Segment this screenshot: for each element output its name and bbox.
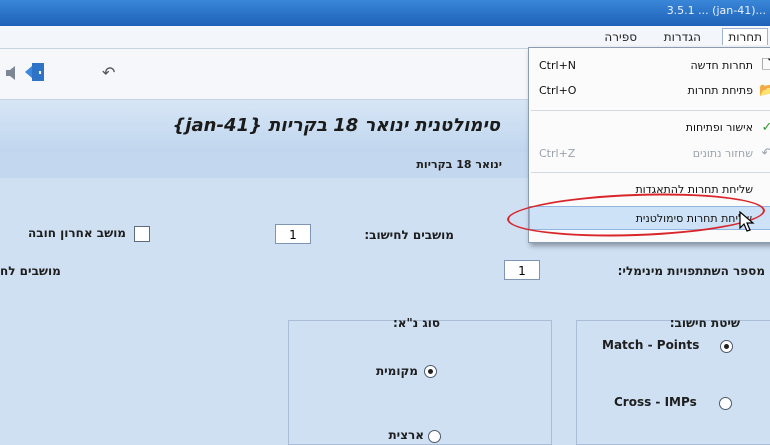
- sub-header-text: ינואר 18 בקריות: [416, 158, 502, 171]
- exit-door-icon[interactable]: [24, 61, 46, 87]
- menu-bar: תחרות הגדרות ספירה: [0, 26, 770, 49]
- menu-separator: [531, 172, 770, 173]
- cross-imps-label: Cross - IMPs: [614, 395, 697, 409]
- seats-partial-label: מושבים לח: [0, 264, 61, 278]
- menu-tab-settings[interactable]: הגדרות: [659, 29, 706, 45]
- nt-type-group: [288, 320, 552, 445]
- menu-item-new[interactable]: 🗋 תחרות חדשה Ctrl+N: [529, 54, 770, 78]
- open-folder-icon: 📂: [759, 83, 770, 98]
- match-points-label: Match - Points: [602, 338, 700, 352]
- window-titlebar: ...(jan-41) ... 3.5.1: [0, 0, 770, 26]
- menu-tab-count[interactable]: ספירה: [599, 29, 642, 45]
- nt-local-label: מקומית: [375, 364, 418, 378]
- page-title: סימולטנית ינואר 18 בקריות {jan-41}: [172, 115, 500, 136]
- new-doc-icon: 🗋: [761, 58, 770, 73]
- menu-item-open[interactable]: 📂 פתיחת תחרות Ctrl+O: [529, 79, 770, 103]
- last-seat-checkbox[interactable]: [134, 226, 150, 242]
- cross-imps-radio[interactable]: [719, 397, 732, 410]
- mouse-cursor-icon: [739, 210, 755, 237]
- nt-national-label: ארצית: [388, 428, 424, 442]
- menu-tab-competition[interactable]: תחרות: [722, 28, 768, 45]
- speaker-icon[interactable]: [4, 65, 18, 85]
- check-icon: ✓: [761, 120, 770, 135]
- menu-item-approve[interactable]: ✓ אישור ופתיחות: [529, 116, 770, 140]
- min-participants-input[interactable]: 1: [504, 260, 540, 280]
- nt-type-label: סוג נ"א:: [392, 316, 440, 330]
- undo-icon[interactable]: ↶: [102, 63, 115, 82]
- calc-method-label: שיטת חישוב:: [669, 316, 740, 330]
- min-participants-label: מספר השתתפויות מינימלי:: [617, 264, 765, 278]
- menu-item-restore: ↶ שחזור נתונים Ctrl+Z: [529, 142, 770, 166]
- menu-separator: [531, 110, 770, 111]
- seats-to-count-label: מושבים לחישוב:: [364, 228, 454, 242]
- match-points-radio[interactable]: [720, 340, 733, 353]
- nt-local-radio[interactable]: [424, 365, 437, 378]
- seats-to-count-input[interactable]: 1: [275, 224, 311, 244]
- restore-icon: ↶: [761, 146, 770, 161]
- last-seat-label: מושב אחרון חובה: [28, 226, 126, 240]
- nt-national-radio[interactable]: [428, 430, 441, 443]
- window-title: ...(jan-41) ... 3.5.1: [666, 4, 766, 17]
